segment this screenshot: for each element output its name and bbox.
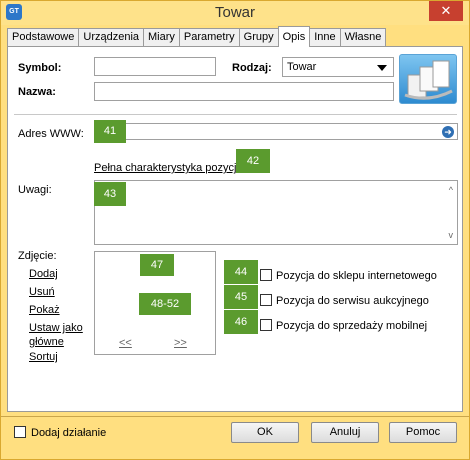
callout-marker: 47 [140, 254, 174, 276]
tab-opis[interactable]: Opis [277, 26, 311, 47]
nazwa-label: Nazwa: [18, 86, 56, 98]
pokaz-photo-link[interactable]: Pokaż [29, 304, 60, 316]
uwagi-label: Uwagi: [18, 184, 52, 196]
callout-marker: 43 [94, 182, 126, 206]
symbol-label: Symbol: [18, 62, 62, 74]
next-photo-link[interactable]: >> [174, 337, 187, 349]
tab-inne[interactable]: Inne [309, 28, 341, 47]
tab-parametry[interactable]: Parametry [178, 28, 240, 47]
sortuj-photo-link[interactable]: Sortuj [29, 351, 58, 363]
dialog-window: GT Towar ✕ Podstawowe Urządzenia Miary P… [0, 0, 470, 460]
dodaj-photo-link[interactable]: Dodaj [29, 268, 58, 280]
tab-strip: Podstawowe Urządzenia Miary Parametry Gr… [7, 26, 387, 47]
callout-marker: 46 [224, 310, 258, 334]
close-button[interactable]: ✕ [429, 1, 463, 21]
usun-photo-link[interactable]: Usuń [29, 286, 55, 298]
rodzaj-label: Rodzaj: [232, 62, 272, 74]
callout-marker: 45 [224, 285, 258, 309]
pelna-charakterystyka-link[interactable]: Pełna charakterystyka pozycji [94, 162, 239, 174]
aukcja-checkbox[interactable] [260, 294, 272, 306]
nazwa-input[interactable] [94, 82, 394, 101]
scroll-up-icon[interactable]: ^ [449, 185, 453, 195]
rodzaj-value: Towar [287, 61, 317, 73]
header-separator [14, 114, 457, 115]
rodzaj-select[interactable]: Towar [282, 57, 394, 77]
prev-photo-link[interactable]: << [119, 337, 132, 349]
footer-separator [1, 416, 469, 417]
window-title: Towar [214, 4, 255, 21]
tab-panel-opis: Symbol: Rodzaj: Towar Nazwa: Adres WWW: … [7, 46, 463, 412]
anuluj-button[interactable]: Anuluj [311, 422, 379, 443]
tab-miary[interactable]: Miary [143, 28, 180, 47]
go-arrow-icon[interactable]: ➜ [442, 126, 454, 138]
callout-marker: 48-52 [139, 293, 191, 315]
callout-marker: 44 [224, 260, 258, 284]
uwagi-textarea[interactable]: ^ v [94, 180, 458, 245]
mobilna-label: Pozycja do sprzedaży mobilnej [276, 320, 428, 332]
tab-grupy[interactable]: Grupy [238, 28, 279, 47]
title-bar: GT Towar ✕ [1, 1, 469, 25]
callout-marker: 42 [236, 149, 270, 173]
pomoc-button[interactable]: Pomoc [389, 422, 457, 443]
tab-wlasne[interactable]: Własne [339, 28, 387, 47]
scroll-down-icon[interactable]: v [449, 230, 454, 240]
aukcja-label: Pozycja do serwisu aukcyjnego [276, 295, 429, 307]
ok-button[interactable]: OK [231, 422, 299, 443]
callout-marker: 41 [94, 120, 126, 143]
product-boxes-icon [399, 54, 457, 104]
tab-podstawowe[interactable]: Podstawowe [7, 28, 80, 47]
www-input[interactable] [94, 123, 458, 140]
dodaj-dzialanie-checkbox[interactable] [14, 426, 26, 438]
sklep-checkbox[interactable] [260, 269, 272, 281]
dodaj-dzialanie-label: Dodaj działanie [31, 427, 107, 439]
tab-urzadzenia[interactable]: Urządzenia [78, 28, 145, 47]
ustaw-jako-glowne-link[interactable]: Ustaw jako główne [29, 321, 89, 349]
chevron-down-icon [377, 65, 387, 71]
www-label: Adres WWW: [18, 128, 84, 140]
zdjecie-label: Zdjęcie: [18, 250, 57, 262]
symbol-input[interactable] [94, 57, 216, 76]
sklep-label: Pozycja do sklepu internetowego [276, 270, 437, 282]
mobilna-checkbox[interactable] [260, 319, 272, 331]
